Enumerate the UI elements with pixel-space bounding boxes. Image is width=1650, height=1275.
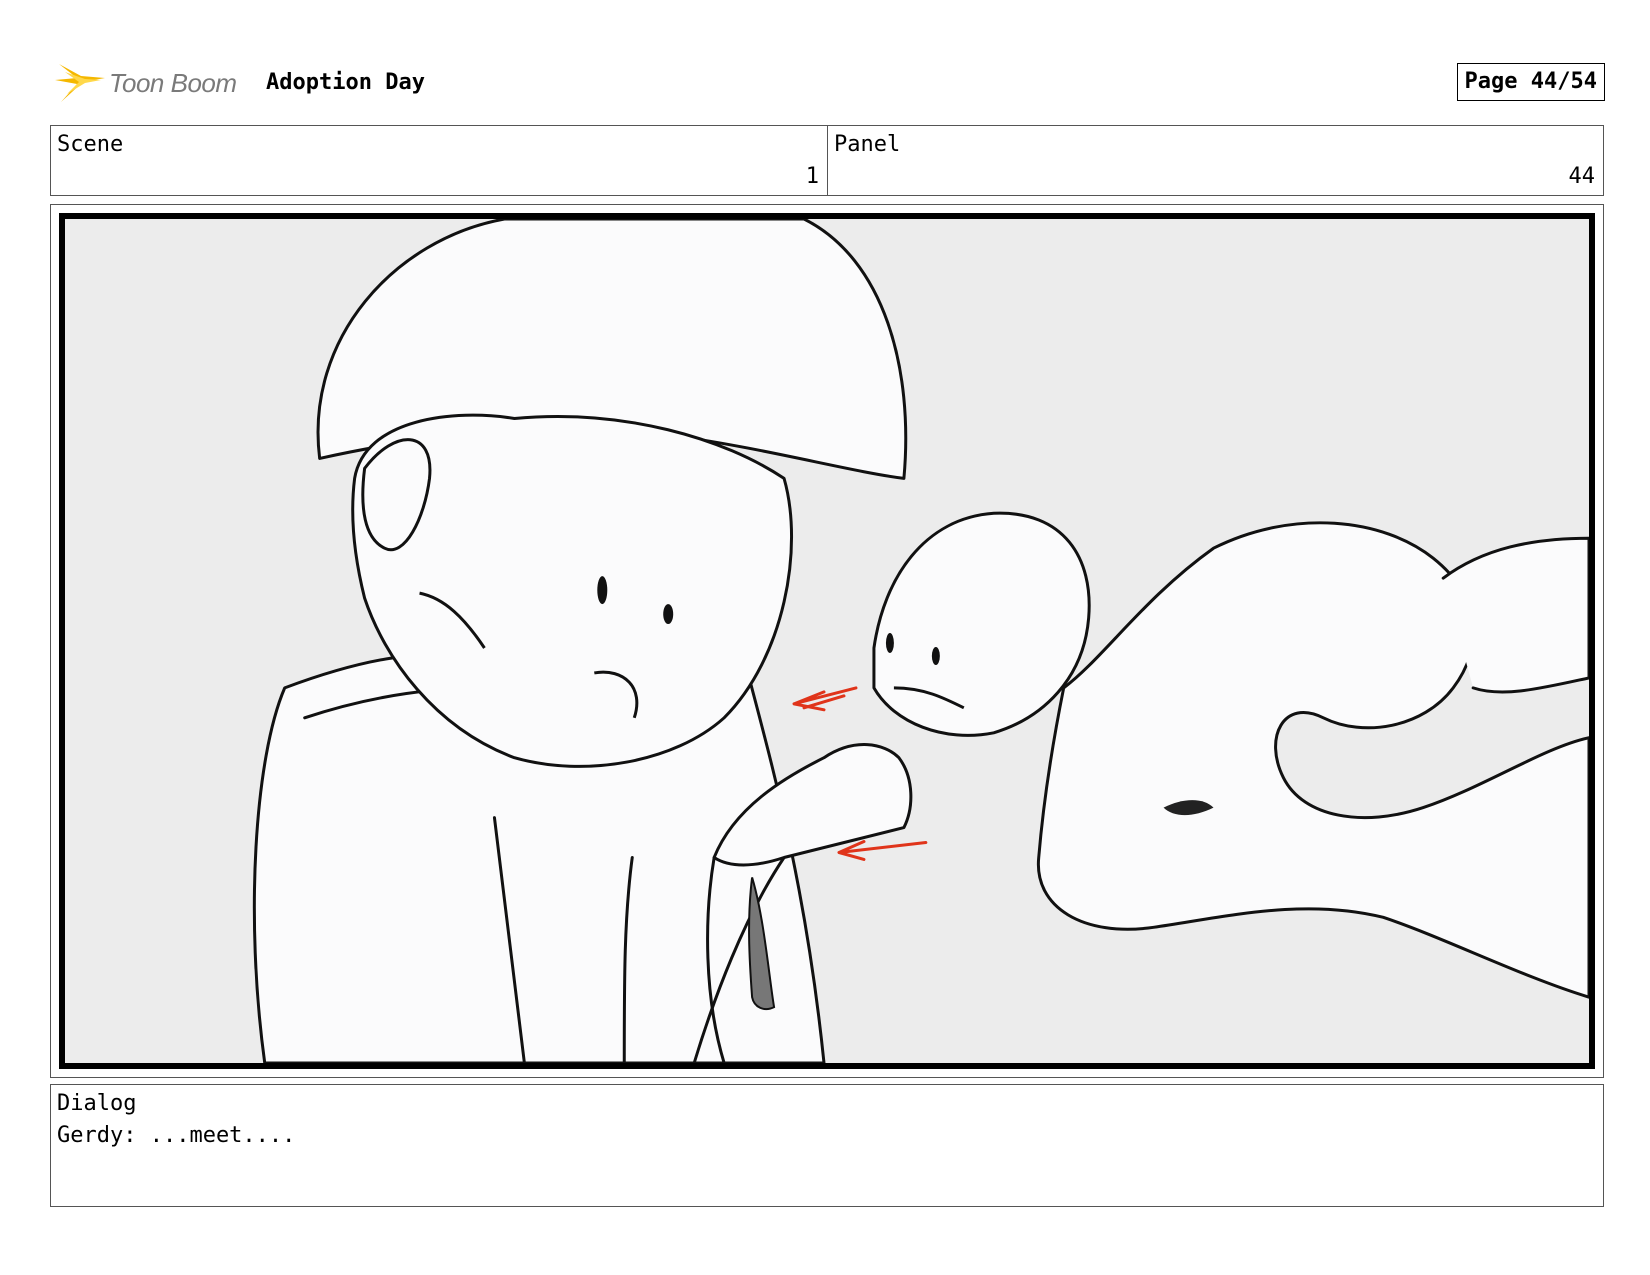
boy-eye bbox=[597, 576, 608, 605]
storyboard-drawing bbox=[59, 213, 1595, 1069]
page-indicator: Page 44/54 bbox=[1456, 63, 1605, 101]
dialog-text: Gerdy: ...meet.... bbox=[57, 1123, 296, 1148]
panel-cell: Panel 44 bbox=[828, 126, 1603, 195]
toon-boom-logo: Toon Boom bbox=[55, 58, 255, 108]
snake-head bbox=[872, 511, 1091, 737]
page-header: Toon Boom Adoption Day Page 44/54 bbox=[55, 58, 1605, 108]
scene-label: Scene bbox=[57, 132, 124, 157]
panel-label: Panel bbox=[834, 132, 901, 157]
scene-value: 1 bbox=[805, 164, 819, 189]
project-title: Adoption Day bbox=[266, 70, 425, 95]
scene-panel-row: Scene 1 Panel 44 bbox=[50, 125, 1604, 196]
dialog-box: Dialog Gerdy: ...meet.... bbox=[50, 1084, 1604, 1207]
sketch-illustration bbox=[252, 219, 1589, 1063]
panel-value: 44 bbox=[1568, 164, 1596, 189]
logo-burst-icon bbox=[55, 64, 105, 102]
dialog-label: Dialog bbox=[57, 1091, 137, 1116]
storyboard-frame bbox=[50, 204, 1604, 1078]
logo-text: Toon Boom bbox=[109, 68, 237, 98]
snake-eye bbox=[885, 633, 894, 653]
scene-cell: Scene 1 bbox=[51, 126, 828, 195]
